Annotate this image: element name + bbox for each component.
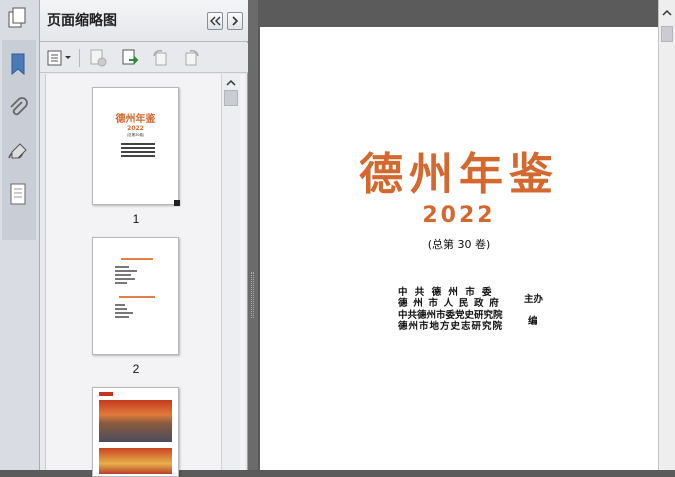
pages-panel-icon[interactable] — [6, 6, 30, 30]
sponsor-label: 主办 — [524, 294, 544, 305]
editor-label: 编 — [528, 316, 538, 327]
rotate-cw-icon[interactable] — [182, 48, 202, 68]
thumbnail-list[interactable]: 德州年鉴 2022 (总第30卷) 1 2 — [45, 74, 245, 477]
thumbnail-panel: 页面缩略图 德州年鉴 2022 (总第30卷) 1 2 — [40, 0, 248, 477]
signature-icon[interactable] — [6, 140, 30, 164]
thumbnail-toolbar — [40, 43, 248, 73]
scroll-thumb[interactable] — [661, 26, 673, 42]
bookmark-icon[interactable] — [6, 52, 30, 76]
document-view[interactable]: 德州年鉴 2022 (总第 30 卷) 中 共 德 州 市 委 德 州 市 人 … — [258, 0, 658, 470]
org-line: 德州市地方史志研究院 — [398, 321, 504, 332]
thumb-year: 2022 — [127, 125, 144, 132]
thumb-volume: (总第30卷) — [126, 133, 145, 137]
expand-panel-button[interactable] — [227, 12, 243, 30]
document-scrollbar[interactable] — [658, 0, 675, 470]
thumb-photo — [99, 448, 172, 474]
layers-icon[interactable] — [6, 182, 30, 206]
document-page: 德州年鉴 2022 (总第 30 卷) 中 共 德 州 市 委 德 州 市 人 … — [260, 27, 658, 470]
attachment-icon[interactable] — [6, 96, 30, 120]
thumb-title: 德州年鉴 — [115, 114, 156, 125]
thumbnail-page-1[interactable]: 德州年鉴 2022 (总第30卷) — [92, 87, 179, 205]
thumb-page-number: 2 — [132, 362, 140, 376]
delete-page-icon[interactable] — [88, 48, 108, 68]
thumb-page-number: 1 — [132, 212, 140, 226]
thumbnail-scrollbar[interactable] — [221, 74, 240, 470]
thumb-photo — [99, 400, 172, 442]
panel-splitter[interactable] — [248, 0, 258, 470]
cover-volume: (总第 30 卷) — [427, 238, 491, 251]
thumbnail-page-2[interactable] — [92, 237, 179, 355]
cover-year: 2022 — [422, 203, 496, 228]
cover-title: 德州年鉴 — [359, 149, 559, 200]
collapse-left-button[interactable] — [207, 12, 223, 30]
panel-title: 页面缩略图 — [47, 13, 117, 29]
scroll-thumb[interactable] — [224, 90, 238, 106]
rotate-ccw-icon[interactable] — [150, 48, 170, 68]
panel-header: 页面缩略图 — [40, 0, 248, 42]
resize-handle[interactable] — [174, 200, 180, 206]
navigation-icon-strip — [0, 0, 40, 470]
thumbnail-options-icon[interactable] — [46, 48, 74, 68]
insert-page-icon[interactable] — [120, 48, 140, 68]
thumbnail-page-3[interactable] — [92, 387, 179, 477]
